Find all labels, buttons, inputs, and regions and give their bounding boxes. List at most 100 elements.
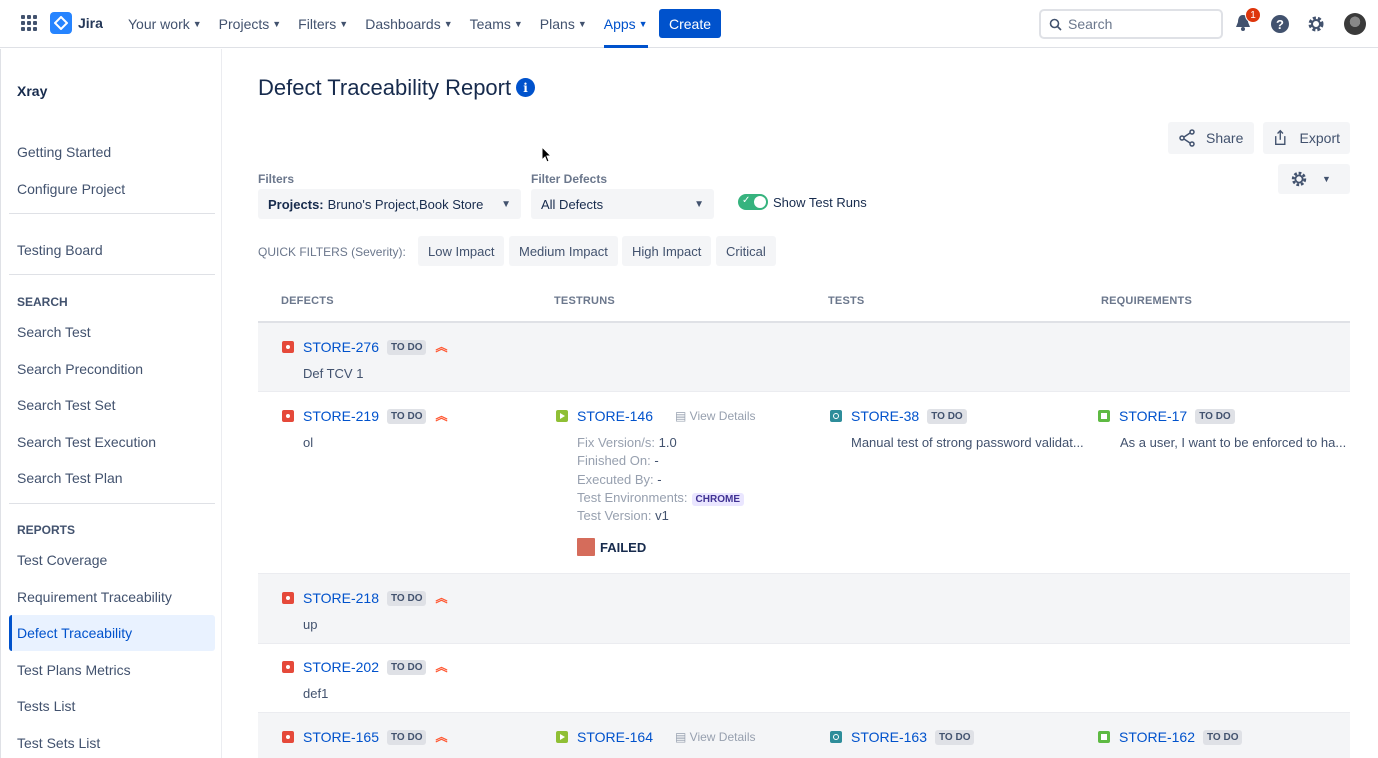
nav-your-work[interactable]: Your work ▼ — [128, 0, 202, 48]
nav-apps[interactable]: Apps ▼ — [603, 0, 648, 48]
requirement-summary: As a user, I want to be enforced to ha..… — [1120, 435, 1347, 450]
sidebar-item-tests-list[interactable]: Tests List — [9, 688, 215, 724]
info-icon[interactable]: i — [516, 78, 535, 97]
defect-summary: ol — [303, 435, 314, 450]
app-name: Jira — [78, 15, 103, 31]
sidebar-item-search-test-plan[interactable]: Search Test Plan — [9, 460, 215, 496]
defect-summary: def1 — [303, 686, 329, 701]
sidebar-item-search-precondition[interactable]: Search Precondition — [9, 351, 215, 387]
nav-plans[interactable]: Plans ▼ — [540, 0, 587, 48]
defect-key-link[interactable]: STORE-218 — [303, 590, 379, 606]
export-label: Export — [1299, 130, 1340, 146]
user-avatar[interactable] — [1344, 13, 1366, 35]
defect-summary: Def TCV 1 — [303, 366, 364, 381]
detail-label: Test Version: — [577, 508, 652, 523]
test-issue: STORE-38 TO DO — [830, 408, 967, 424]
requirement-key-link[interactable]: STORE-17 — [1119, 408, 1187, 424]
share-button[interactable]: Share — [1168, 122, 1254, 154]
svg-text:?: ? — [1276, 17, 1284, 32]
filters-label: Filters — [258, 172, 295, 186]
detail-value: - — [657, 472, 662, 487]
defect-key-link[interactable]: STORE-165 — [303, 729, 379, 745]
run-status-label: FAILED — [600, 539, 647, 555]
sidebar-item-configure-project[interactable]: Configure Project — [9, 171, 215, 207]
column-header-tests[interactable]: TESTS — [828, 295, 864, 307]
bug-icon — [282, 731, 294, 743]
search-input[interactable] — [1068, 16, 1208, 32]
status-badge: TO DO — [387, 590, 427, 606]
sidebar-item-search-test[interactable]: Search Test — [9, 314, 215, 350]
quick-filter-critical[interactable]: Critical — [716, 236, 776, 266]
sidebar-divider — [9, 274, 215, 275]
sidebar-divider — [9, 213, 215, 214]
sidebar-item-requirement-traceability[interactable]: Requirement Traceability — [9, 579, 215, 615]
defect-issue: STORE-276 TO DO ︽ — [282, 339, 448, 355]
sidebar-item-test-sets-list[interactable]: Test Sets List — [9, 725, 215, 758]
sidebar-section-search: SEARCH — [17, 295, 68, 309]
status-badge: TO DO — [387, 408, 427, 424]
test-version-detail: Test Version: v1 — [577, 508, 669, 523]
sidebar-item-test-plans-metrics[interactable]: Test Plans Metrics — [9, 652, 215, 688]
detail-label: Finished On: — [577, 453, 651, 468]
status-badge: TO DO — [935, 729, 975, 745]
nav-label: Teams — [469, 16, 511, 32]
jira-logo[interactable]: Jira — [50, 12, 103, 34]
nav-label: Projects — [218, 16, 270, 32]
story-icon — [1098, 410, 1110, 422]
priority-high-icon: ︽ — [435, 660, 447, 674]
report-settings-button[interactable]: ▼ — [1278, 164, 1350, 194]
filter-defects-select[interactable]: All Defects ▼ — [531, 189, 714, 219]
sidebar-item-getting-started[interactable]: Getting Started — [9, 134, 215, 170]
export-button[interactable]: Export — [1263, 122, 1350, 154]
sidebar-item-test-coverage[interactable]: Test Coverage — [9, 542, 215, 578]
quick-filter-high-impact[interactable]: High Impact — [622, 236, 712, 266]
defect-key-link[interactable]: STORE-202 — [303, 659, 379, 675]
executed-by-detail: Executed By: - — [577, 472, 662, 487]
test-key-link[interactable]: STORE-38 — [851, 408, 919, 424]
nav-projects[interactable]: Projects ▼ — [219, 0, 282, 48]
quick-filter-low-impact[interactable]: Low Impact — [418, 236, 505, 266]
sidebar-divider — [9, 503, 215, 504]
search-box[interactable] — [1039, 9, 1223, 39]
sidebar-item-defect-traceability[interactable]: Defect Traceability — [9, 615, 215, 651]
priority-high-icon: ︽ — [435, 340, 447, 354]
view-details-link[interactable]: ▤ View Details — [675, 730, 755, 744]
create-button[interactable]: Create — [659, 9, 721, 38]
column-header-testruns[interactable]: TESTRUNS — [554, 295, 615, 307]
testrun-issue: STORE-164 ▤ View Details — [556, 729, 755, 745]
sidebar-item-search-test-set[interactable]: Search Test Set — [9, 387, 215, 423]
chevron-down-icon: ▼ — [501, 198, 511, 210]
projects-filter-select[interactable]: Projects: Bruno's Project,Book Store ▼ — [258, 189, 521, 219]
nav-teams[interactable]: Teams ▼ — [470, 0, 523, 48]
table-row — [258, 323, 1350, 391]
requirement-key-link[interactable]: STORE-162 — [1119, 729, 1195, 745]
fix-version-detail: Fix Version/s: 1.0 — [577, 435, 677, 450]
status-badge: TO DO — [927, 408, 967, 424]
chevron-down-icon: ▼ — [1322, 174, 1331, 184]
finished-on-detail: Finished On: - — [577, 453, 659, 468]
defect-key-link[interactable]: STORE-276 — [303, 339, 379, 355]
column-header-defects[interactable]: DEFECTS — [281, 295, 334, 307]
testrun-issue: STORE-146 ▤ View Details — [556, 408, 755, 424]
testrun-key-link[interactable]: STORE-146 — [577, 408, 653, 424]
sidebar-item-testing-board[interactable]: Testing Board — [9, 232, 215, 268]
testrun-key-link[interactable]: STORE-164 — [577, 729, 653, 745]
column-header-requirements[interactable]: REQUIREMENTS — [1101, 295, 1192, 307]
nav-dashboards[interactable]: Dashboards ▼ — [365, 0, 452, 48]
show-test-runs-toggle[interactable]: ✓ — [738, 194, 768, 210]
quick-filter-medium-impact[interactable]: Medium Impact — [509, 236, 618, 266]
test-environments-detail: Test Environments: CHROME — [577, 490, 744, 506]
gear-icon — [1291, 171, 1307, 187]
view-details-link[interactable]: ▤ View Details — [675, 409, 755, 423]
nav-filters[interactable]: Filters ▼ — [298, 0, 348, 48]
app-switcher-icon[interactable] — [21, 15, 37, 31]
sidebar-section-reports: REPORTS — [17, 523, 76, 537]
bug-icon — [282, 341, 294, 353]
help-icon[interactable]: ? — [1270, 14, 1290, 34]
status-badge: TO DO — [387, 339, 427, 355]
test-key-link[interactable]: STORE-163 — [851, 729, 927, 745]
sidebar-item-search-test-execution[interactable]: Search Test Execution — [9, 424, 215, 460]
defect-key-link[interactable]: STORE-219 — [303, 408, 379, 424]
table-row — [258, 574, 1350, 643]
settings-gear-icon[interactable] — [1306, 14, 1326, 34]
